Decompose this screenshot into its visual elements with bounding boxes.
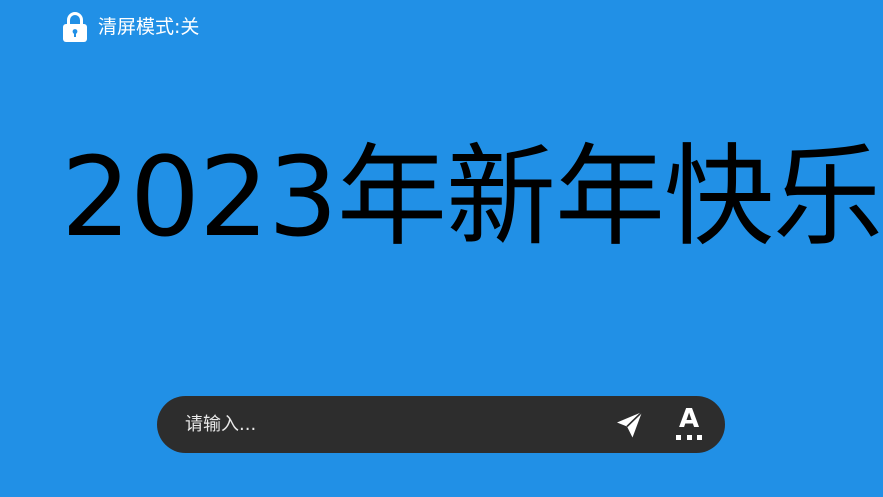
message-input-bar: A xyxy=(157,396,725,453)
banner-text: 2023年新年快乐 xyxy=(61,133,883,261)
clear-screen-mode-label: 清屏模式:关 xyxy=(98,15,200,38)
banner: 2023年新年快乐 xyxy=(0,132,883,262)
font-style-dots xyxy=(676,435,702,440)
font-style-icon: A xyxy=(678,404,700,434)
lock-icon xyxy=(63,12,87,42)
message-input[interactable] xyxy=(185,404,595,445)
font-style-button[interactable]: A xyxy=(667,402,711,446)
send-button[interactable] xyxy=(609,404,651,446)
send-icon xyxy=(617,411,643,438)
clear-screen-toggle[interactable]: 清屏模式:关 xyxy=(62,10,199,44)
